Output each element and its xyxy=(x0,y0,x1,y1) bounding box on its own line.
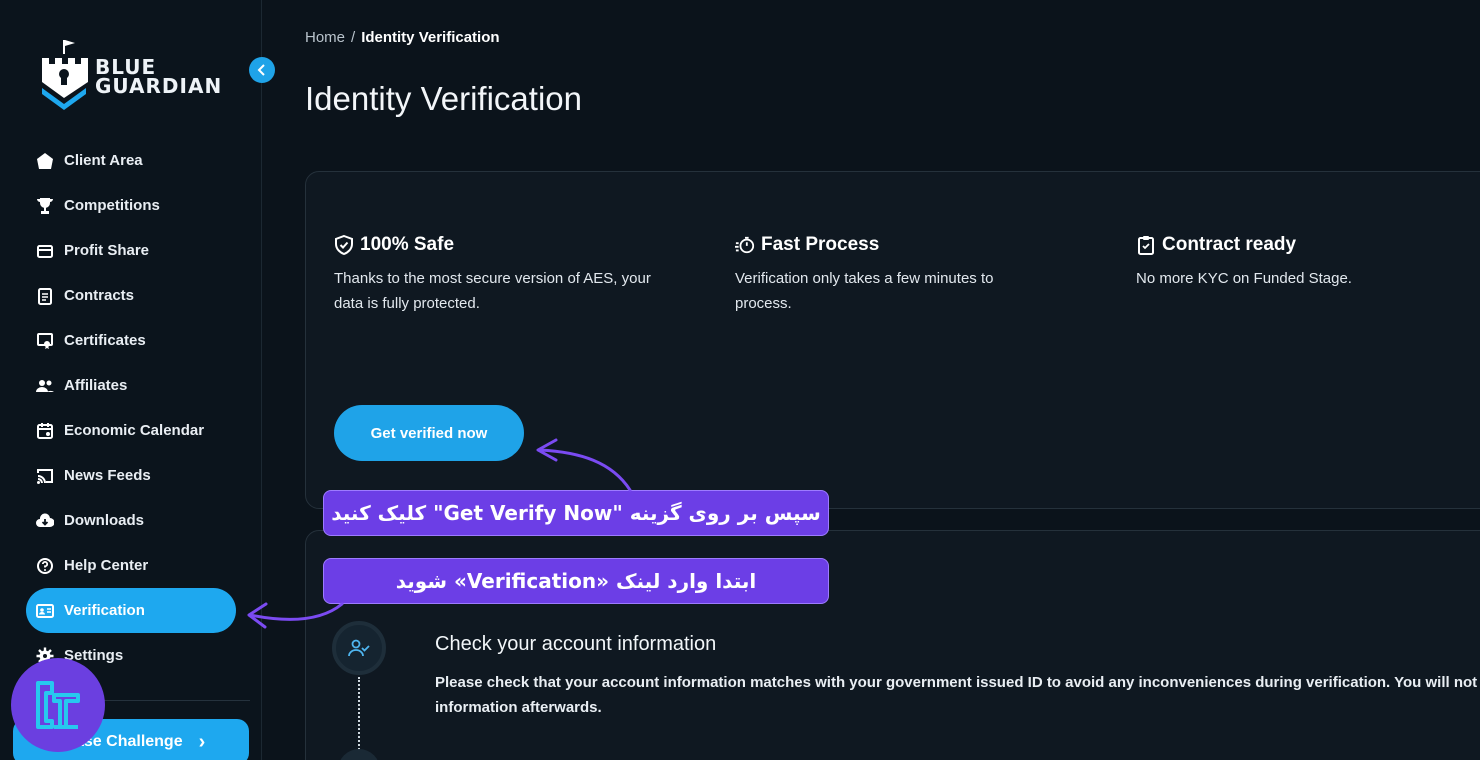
cloud-download-icon xyxy=(36,512,54,530)
chevron-left-icon xyxy=(257,64,265,76)
step-description-line: Please check that your account informati… xyxy=(435,674,1480,691)
sidebar: BLUE GUARDIAN Client Area Competitions P… xyxy=(0,0,275,760)
feature-contract: Contract ready No more KYC on Funded Sta… xyxy=(1136,234,1476,291)
sidebar-item-downloads[interactable]: Downloads xyxy=(26,498,236,543)
breadcrumb-separator: / xyxy=(351,29,356,46)
clipboard-icon xyxy=(1136,235,1156,255)
home-icon xyxy=(36,152,54,170)
get-verified-button[interactable]: Get verified now xyxy=(334,405,524,461)
castle-shield-icon xyxy=(42,40,88,110)
feature-text: Verification only takes a few minutes to… xyxy=(735,270,994,312)
breadcrumb-home-link[interactable]: Home xyxy=(305,29,345,46)
verification-info-card: 100% Safe Thanks to the most secure vers… xyxy=(305,171,1480,509)
sidebar-item-affiliates[interactable]: Affiliates xyxy=(26,363,236,408)
sidebar-nav: Client Area Competitions Profit Share Co… xyxy=(26,138,236,678)
user-check-icon xyxy=(348,639,370,657)
sidebar-item-competitions[interactable]: Competitions xyxy=(26,183,236,228)
sidebar-item-label: Competitions xyxy=(64,197,160,214)
annotation-callout-verification: ابتدا وارد لینک «Verification» شوید xyxy=(323,558,829,604)
contract-icon xyxy=(36,287,54,305)
brand-logo[interactable]: BLUE GUARDIAN xyxy=(38,38,228,112)
brand-wordmark: BLUE GUARDIAN xyxy=(95,57,223,98)
sidebar-item-label: Contracts xyxy=(64,287,135,304)
step-connector xyxy=(358,677,360,757)
brand-line2: GUARDIAN xyxy=(95,74,223,98)
sidebar-item-label: Downloads xyxy=(64,512,145,529)
feature-text: No more KYC on Funded Stage. xyxy=(1136,270,1352,287)
people-icon xyxy=(36,377,54,395)
step-description-line: information afterwards. xyxy=(435,699,602,716)
feature-heading: 100% Safe xyxy=(334,234,674,256)
cast-icon xyxy=(36,467,54,485)
shield-check-icon xyxy=(334,235,354,255)
card-icon xyxy=(36,242,54,260)
id-card-icon xyxy=(36,602,54,620)
feature-title: 100% Safe xyxy=(360,234,455,255)
watermark-mark-icon xyxy=(36,681,80,729)
watermark-logo xyxy=(11,658,105,752)
sidebar-item-label: Help Center xyxy=(64,557,149,574)
sidebar-item-client-area[interactable]: Client Area xyxy=(26,138,236,183)
sidebar-item-contracts[interactable]: Contracts xyxy=(26,273,236,318)
sidebar-item-label: Verification xyxy=(64,602,145,619)
sidebar-item-certificates[interactable]: Certificates xyxy=(26,318,236,363)
sidebar-item-economic-calendar[interactable]: Economic Calendar xyxy=(26,408,236,453)
page-title: Identity Verification xyxy=(305,80,582,117)
sidebar-item-label: News Feeds xyxy=(64,467,151,484)
sidebar-item-help-center[interactable]: Help Center xyxy=(26,543,236,588)
next-step-indicator xyxy=(338,749,380,760)
step-indicator xyxy=(332,621,386,675)
chevron-right-icon: › xyxy=(198,730,206,753)
sidebar-item-label: Economic Calendar xyxy=(64,422,205,439)
annotation-callout-verify: سپس بر روی گزینه "Get Verify Now" کلیک ک… xyxy=(323,490,829,536)
trophy-icon xyxy=(36,197,54,215)
certificate-icon xyxy=(36,332,54,350)
feature-safe: 100% Safe Thanks to the most secure vers… xyxy=(334,234,674,316)
collapse-sidebar-button[interactable] xyxy=(249,57,275,83)
breadcrumb: Home / Identity Verification xyxy=(305,29,500,46)
feature-heading: Fast Process xyxy=(735,234,1035,256)
feature-title: Contract ready xyxy=(1162,234,1297,255)
feature-text: Thanks to the most secure version of AES… xyxy=(334,270,651,312)
feature-fast: Fast Process Verification only takes a f… xyxy=(735,234,1035,316)
step-title: Check your account information xyxy=(435,633,717,655)
sidebar-item-profit-share[interactable]: Profit Share xyxy=(26,228,236,273)
feature-heading: Contract ready xyxy=(1136,234,1476,256)
breadcrumb-current: Identity Verification xyxy=(361,29,500,46)
help-icon xyxy=(36,557,54,575)
sidebar-item-label: Certificates xyxy=(64,332,146,349)
sidebar-item-verification[interactable]: Verification xyxy=(26,588,236,633)
calendar-icon xyxy=(36,422,54,440)
stopwatch-icon xyxy=(735,235,755,255)
sidebar-item-label: Client Area xyxy=(64,152,143,169)
step-description: Please check that your account informati… xyxy=(435,670,1480,720)
sidebar-item-label: Profit Share xyxy=(64,242,150,259)
sidebar-item-label: Affiliates xyxy=(64,377,128,394)
feature-title: Fast Process xyxy=(761,234,880,255)
sidebar-item-news-feeds[interactable]: News Feeds xyxy=(26,453,236,498)
